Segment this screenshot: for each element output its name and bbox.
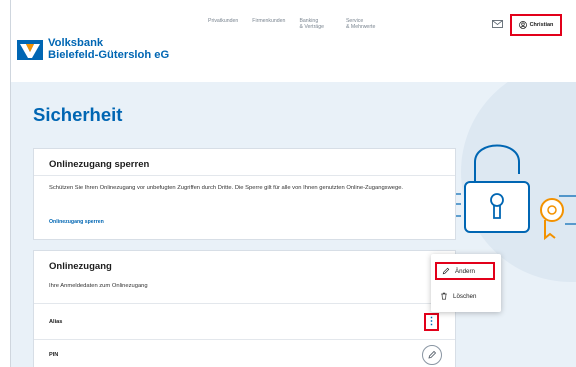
lock-access-card: Onlinezugang sperren Schützen Sie Ihren … — [33, 148, 456, 240]
volksbank-logo-mark — [17, 39, 43, 60]
menu-edit-item[interactable]: Ändern — [435, 262, 495, 280]
padlock-illustration — [447, 144, 576, 241]
nav-firmenkunden[interactable]: Firmenkunden — [252, 18, 285, 30]
content-area: Sicherheit Onlinezugang sperren Schützen… — [11, 82, 576, 367]
user-name: Christian — [529, 22, 554, 28]
pencil-icon — [428, 350, 437, 359]
pencil-icon — [442, 267, 450, 275]
card-divider — [34, 175, 455, 176]
more-vertical-icon[interactable]: ⋮ — [424, 313, 439, 331]
site-header: Privatkunden Firmenkunden Banking & Vert… — [11, 0, 576, 82]
bank-name-line2: Bielefeld-Gütersloh eG — [48, 48, 170, 61]
lock-access-link[interactable]: Onlinezugang sperren — [49, 219, 104, 225]
menu-delete-label: Löschen — [453, 292, 477, 300]
menu-delete-item[interactable]: Löschen — [435, 287, 495, 305]
pin-label: PIN — [49, 352, 59, 358]
online-access-title: Onlinezugang — [49, 261, 112, 272]
bank-logo[interactable]: Volksbank Bielefeld-Gütersloh eG — [17, 37, 170, 61]
menu-edit-label: Ändern — [455, 267, 475, 275]
nav-privatkunden[interactable]: Privatkunden — [208, 18, 238, 30]
trash-icon — [441, 292, 447, 300]
bank-name-line1: Volksbank — [48, 37, 104, 49]
page-title: Sicherheit — [33, 104, 123, 125]
lock-access-title: Onlinezugang sperren — [49, 159, 150, 170]
alias-actions-menu: Ändern Löschen — [431, 254, 501, 312]
pin-row: PIN — [34, 339, 455, 367]
nav-banking[interactable]: Banking & Verträge — [299, 18, 324, 30]
pin-edit-button[interactable] — [422, 345, 442, 365]
lock-access-description: Schützen Sie Ihren Onlinezugang vor unbe… — [49, 185, 404, 191]
alias-label: Alias — [49, 319, 63, 325]
bank-name: Volksbank Bielefeld-Gütersloh eG — [48, 37, 170, 61]
nav-service[interactable]: Service & Mehrwerte — [346, 18, 375, 30]
mail-icon[interactable] — [492, 20, 503, 28]
online-access-subtitle: Ihre Anmeldedaten zum Onlinezugang — [49, 283, 148, 289]
user-icon — [518, 21, 527, 29]
alias-row: Alias ⋮ — [34, 303, 455, 339]
app-frame: Privatkunden Firmenkunden Banking & Vert… — [10, 0, 576, 367]
online-access-card: Onlinezugang Ihre Anmeldedaten zum Onlin… — [33, 250, 456, 367]
user-menu-button[interactable]: Christian — [510, 14, 562, 36]
top-navigation: Privatkunden Firmenkunden Banking & Vert… — [208, 18, 375, 30]
